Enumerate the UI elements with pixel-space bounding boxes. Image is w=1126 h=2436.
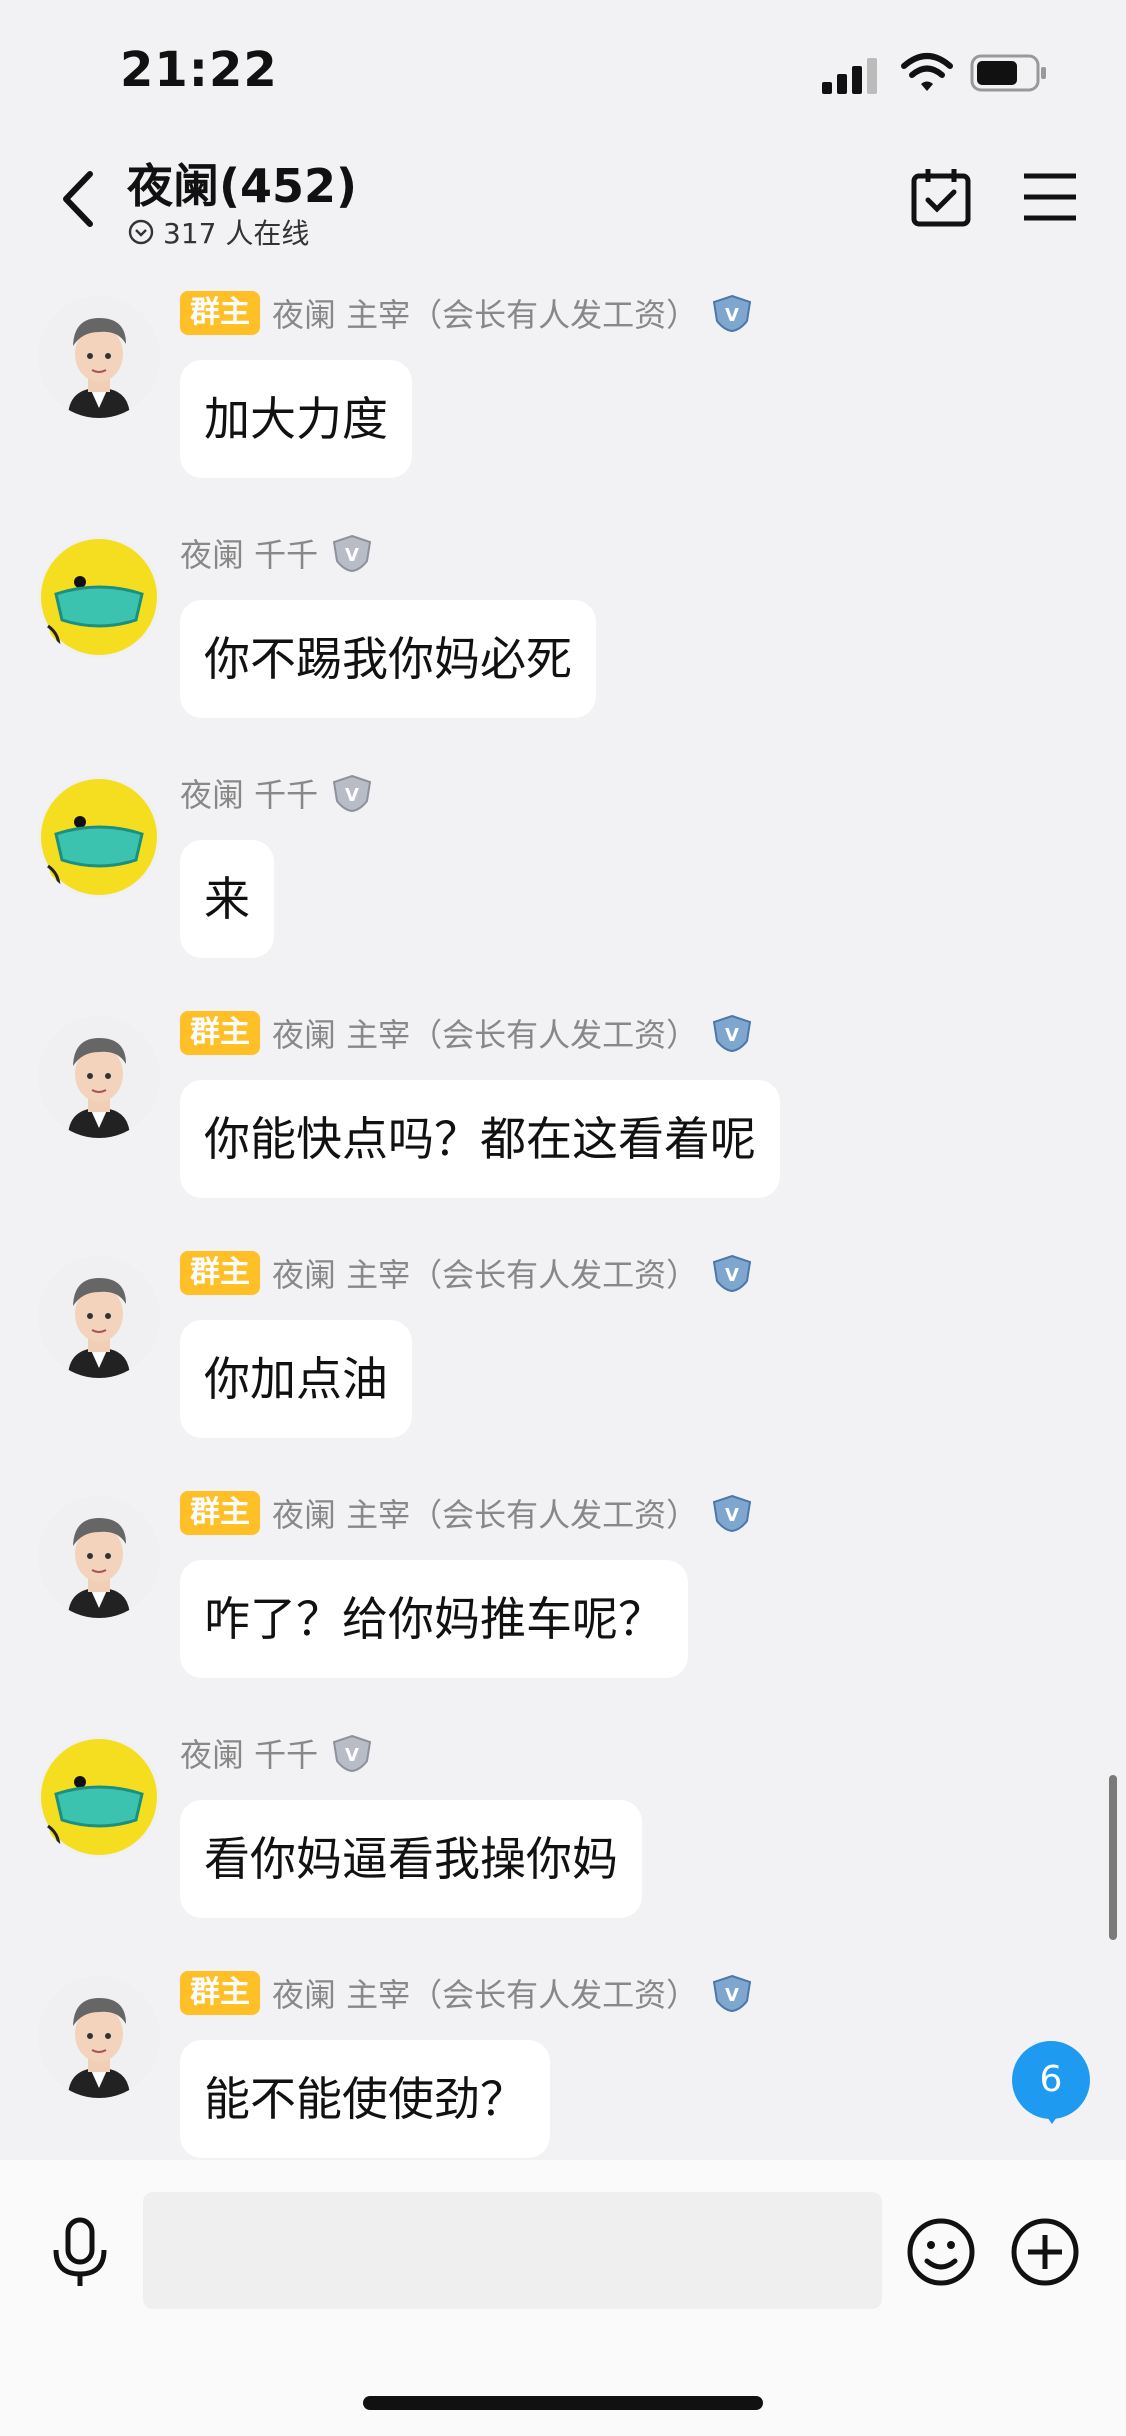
calendar-check-icon[interactable] <box>910 166 972 228</box>
svg-text:V: V <box>725 1025 739 1046</box>
owner-badge: 群主 <box>180 1011 260 1055</box>
sender-name[interactable]: 夜阑 千千 <box>180 1730 318 1776</box>
svg-text:V: V <box>725 1505 739 1526</box>
microphone-icon[interactable] <box>48 2216 112 2290</box>
message-row: 群主 夜阑 主宰（会长有人发工资） V 能不能使使劲？ <box>0 1970 1126 2170</box>
sender-meta: 群主 夜阑 主宰（会长有人发工资） V <box>180 1010 754 1056</box>
level-shield-icon: V <box>333 534 372 573</box>
sender-name[interactable]: 夜阑 千千 <box>180 530 318 576</box>
sender-name[interactable]: 夜阑 主宰（会长有人发工资） <box>272 1490 698 1536</box>
sender-meta: 群主 夜阑 主宰（会长有人发工资） V <box>180 1250 754 1296</box>
scrollbar[interactable] <box>1109 1775 1117 1940</box>
level-shield-icon: V <box>713 1254 752 1293</box>
sender-name[interactable]: 夜阑 主宰（会长有人发工资） <box>272 1010 698 1056</box>
message-row: 夜阑 千千 V 来 <box>0 770 1126 970</box>
level-shield-icon: V <box>713 1014 752 1053</box>
message-bubble[interactable]: 看你妈逼看我操你妈 <box>180 1800 642 1918</box>
message-bubble[interactable]: 咋了？给你妈推车呢？ <box>180 1560 688 1678</box>
message-bubble[interactable]: 你不踢我你妈必死 <box>180 600 596 718</box>
message-row: 群主 夜阑 主宰（会长有人发工资） V 你能快点吗？都在这看着呢 <box>0 1010 1126 1210</box>
chat-title[interactable]: 夜阑(452) <box>127 150 357 216</box>
message-bubble[interactable]: 来 <box>180 840 274 958</box>
sender-meta: 群主 夜阑 主宰（会长有人发工资） V <box>180 1490 754 1536</box>
message-bubble[interactable]: 加大力度 <box>180 360 412 478</box>
member-avatar-image <box>38 536 160 658</box>
svg-text:V: V <box>725 1985 739 2006</box>
sender-meta: 夜阑 千千 V <box>180 530 374 576</box>
owner-avatar-image <box>38 1256 160 1378</box>
sender-name[interactable]: 夜阑 千千 <box>180 770 318 816</box>
member-avatar-image <box>38 1736 160 1858</box>
sender-name[interactable]: 夜阑 主宰（会长有人发工资） <box>272 290 698 336</box>
sender-meta: 群主 夜阑 主宰（会长有人发工资） V <box>180 290 754 336</box>
message-input[interactable] <box>143 2192 882 2309</box>
plus-circle-icon[interactable] <box>1010 2217 1080 2287</box>
cellular-signal-icon <box>822 58 877 94</box>
message-bubble[interactable]: 能不能使使劲？ <box>180 2040 550 2158</box>
avatar[interactable] <box>38 1256 160 1378</box>
sender-name[interactable]: 夜阑 主宰（会长有人发工资） <box>272 1250 698 1296</box>
menu-icon[interactable] <box>1022 170 1078 224</box>
unread-badge-tail <box>1042 2110 1062 2124</box>
status-bar: 21:22 <box>0 0 1126 140</box>
svg-text:V: V <box>725 305 739 326</box>
avatar[interactable] <box>38 1496 160 1618</box>
wifi-icon <box>901 53 953 91</box>
level-shield-icon: V <box>713 294 752 333</box>
sender-meta: 群主 夜阑 主宰（会长有人发工资） V <box>180 1970 754 2016</box>
online-count[interactable]: 317 人在线 <box>127 212 309 252</box>
avatar[interactable] <box>38 1976 160 2098</box>
level-shield-icon: V <box>333 774 372 813</box>
online-count-label: 317 人在线 <box>163 217 310 250</box>
battery-icon <box>970 54 1046 92</box>
sender-meta: 夜阑 千千 V <box>180 1730 374 1776</box>
svg-text:V: V <box>725 1265 739 1286</box>
emoji-icon[interactable] <box>906 2217 976 2287</box>
svg-text:V: V <box>345 545 359 566</box>
svg-text:V: V <box>345 1745 359 1766</box>
message-row: 夜阑 千千 V 看你妈逼看我操你妈 <box>0 1730 1126 1930</box>
owner-avatar-image <box>38 1016 160 1138</box>
level-shield-icon: V <box>713 1494 752 1533</box>
level-shield-icon: V <box>713 1974 752 2013</box>
owner-badge: 群主 <box>180 1251 260 1295</box>
svg-text:V: V <box>345 785 359 806</box>
avatar[interactable] <box>38 776 160 898</box>
status-time: 21:22 <box>120 42 278 98</box>
home-indicator <box>363 2396 763 2410</box>
owner-avatar-image <box>38 296 160 418</box>
avatar[interactable] <box>38 1016 160 1138</box>
member-avatar-image <box>38 776 160 898</box>
sender-meta: 夜阑 千千 V <box>180 770 374 816</box>
message-row: 群主 夜阑 主宰（会长有人发工资） V 你加点油 <box>0 1250 1126 1450</box>
message-row: 群主 夜阑 主宰（会长有人发工资） V 加大力度 <box>0 290 1126 490</box>
chevron-circle-icon <box>128 219 154 245</box>
unread-count-badge[interactable]: 6 <box>1012 2041 1090 2119</box>
level-shield-icon: V <box>333 1734 372 1773</box>
message-bubble[interactable]: 你加点油 <box>180 1320 412 1438</box>
owner-avatar-image <box>38 1976 160 2098</box>
owner-badge: 群主 <box>180 1971 260 2015</box>
owner-badge: 群主 <box>180 1491 260 1535</box>
message-bubble[interactable]: 你能快点吗？都在这看着呢 <box>180 1080 780 1198</box>
owner-avatar-image <box>38 1496 160 1618</box>
avatar[interactable] <box>38 296 160 418</box>
sender-name[interactable]: 夜阑 主宰（会长有人发工资） <box>272 1970 698 2016</box>
avatar[interactable] <box>38 536 160 658</box>
avatar[interactable] <box>38 1736 160 1858</box>
back-arrow-icon[interactable] <box>58 168 98 230</box>
message-row: 群主 夜阑 主宰（会长有人发工资） V 咋了？给你妈推车呢？ <box>0 1490 1126 1690</box>
owner-badge: 群主 <box>180 291 260 335</box>
message-row: 夜阑 千千 V 你不踢我你妈必死 <box>0 530 1126 730</box>
